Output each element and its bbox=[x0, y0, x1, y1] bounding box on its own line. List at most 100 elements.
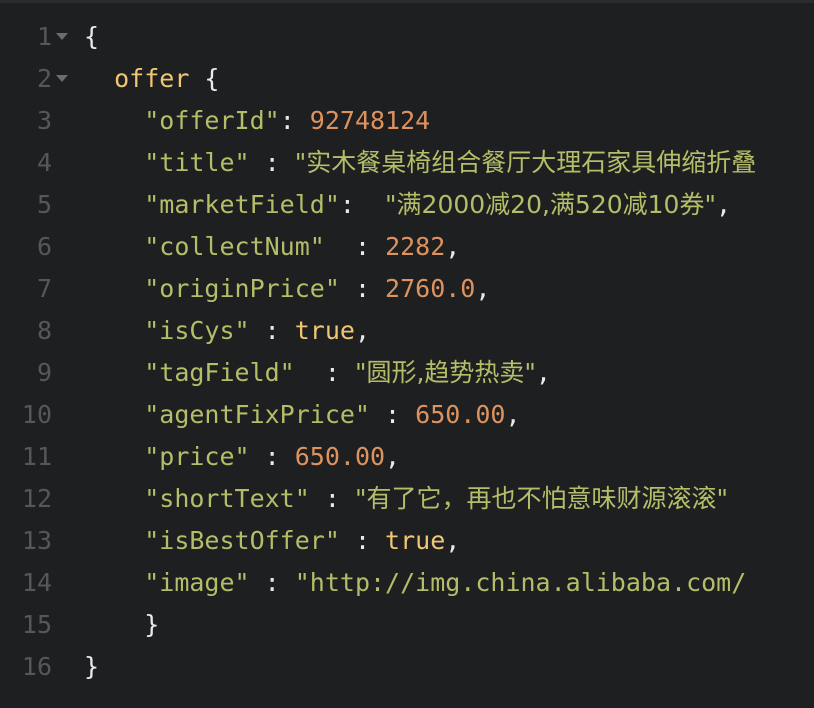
code-line[interactable]: 12 "shortText" : "有了它，再也不怕意味财源滚滚" bbox=[0, 478, 814, 520]
code-line[interactable]: 3 "offerId": 92748124 bbox=[0, 100, 814, 142]
code-token: "isCys" bbox=[144, 316, 250, 345]
code-line[interactable]: 4 "title" : "实木餐桌椅组合餐厅大理石家具伸缩折叠 bbox=[0, 142, 814, 184]
code-token: "http://img.china.alibaba.com/ bbox=[294, 568, 747, 597]
code-line[interactable]: 8 "isCys" : true, bbox=[0, 310, 814, 352]
code-text: "agentFixPrice" : 650.00, bbox=[84, 394, 521, 436]
code-token: "满2000减20,满520减10券" bbox=[385, 190, 716, 219]
code-text: "shortText" : "有了它，再也不怕意味财源滚滚" bbox=[84, 478, 728, 520]
code-token: "isBestOffer" bbox=[144, 526, 340, 555]
code-text: "price" : 650.00, bbox=[84, 436, 400, 478]
code-token: 2282 bbox=[385, 232, 446, 261]
code-token: "marketField" bbox=[144, 190, 340, 219]
code-token: "agentFixPrice" bbox=[144, 400, 370, 429]
code-token: : bbox=[370, 400, 416, 429]
code-token: 650.00 bbox=[415, 400, 506, 429]
code-text: "offerId": 92748124 bbox=[84, 100, 430, 142]
code-token: : bbox=[339, 526, 386, 555]
code-line[interactable]: 16} bbox=[0, 646, 814, 688]
line-number: 4 bbox=[36, 148, 52, 177]
code-token: "实木餐桌椅组合餐厅大理石家具伸缩折叠 bbox=[294, 148, 757, 177]
code-token: offer bbox=[114, 64, 190, 93]
code-text: offer { bbox=[84, 58, 219, 100]
line-number: 12 bbox=[21, 484, 52, 513]
code-text: "originPrice" : 2760.0, bbox=[84, 268, 490, 310]
code-text: } bbox=[84, 604, 159, 646]
code-line[interactable]: 14 "image" : "http://img.china.alibaba.c… bbox=[0, 562, 814, 604]
code-token: : bbox=[249, 148, 295, 177]
code-line[interactable]: 15 } bbox=[0, 604, 814, 646]
code-text: "title" : "实木餐桌椅组合餐厅大理石家具伸缩折叠 bbox=[84, 142, 756, 184]
code-token: , bbox=[535, 358, 551, 387]
code-line[interactable]: 7 "originPrice" : 2760.0, bbox=[0, 268, 814, 310]
code-line[interactable]: 10 "agentFixPrice" : 650.00, bbox=[0, 394, 814, 436]
code-token: "title" bbox=[144, 148, 250, 177]
code-token: "tagField" bbox=[144, 358, 295, 387]
code-text: "isCys" : true, bbox=[84, 310, 370, 352]
code-token: , bbox=[385, 442, 401, 471]
code-token: } bbox=[84, 610, 160, 639]
code-token: : bbox=[339, 274, 386, 303]
code-token: "price" bbox=[144, 442, 250, 471]
code-token: : bbox=[249, 316, 295, 345]
code-line[interactable]: 5 "marketField": "满2000减20,满520减10券", bbox=[0, 184, 814, 226]
code-text: "marketField": "满2000减20,满520减10券", bbox=[84, 184, 731, 226]
code-token: { bbox=[189, 64, 220, 93]
code-token: : bbox=[339, 190, 386, 219]
code-token: "有了它，再也不怕意味财源滚滚" bbox=[354, 484, 728, 513]
line-number: 13 bbox=[21, 526, 52, 555]
code-token: : bbox=[249, 568, 295, 597]
code-text: "isBestOffer" : true, bbox=[84, 520, 460, 562]
code-token: 92748124 bbox=[309, 106, 431, 135]
code-token: , bbox=[715, 190, 732, 219]
code-editor[interactable]: 1{2 offer {3 "offerId": 92748124 4 "title… bbox=[0, 0, 814, 708]
code-line[interactable]: 1{ bbox=[0, 16, 814, 58]
code-token: { bbox=[84, 22, 100, 51]
line-number: 8 bbox=[36, 316, 52, 345]
code-token: , bbox=[445, 526, 461, 555]
code-token: "image" bbox=[144, 568, 250, 597]
code-line[interactable]: 13 "isBestOffer" : true, bbox=[0, 520, 814, 562]
line-number: 3 bbox=[36, 106, 52, 135]
code-line[interactable]: 6 "collectNum" : 2282, bbox=[0, 226, 814, 268]
line-number: 16 bbox=[21, 652, 52, 681]
code-token: "offerId" bbox=[144, 106, 280, 135]
code-token: "originPrice" bbox=[144, 274, 340, 303]
code-line[interactable]: 2 offer { bbox=[0, 58, 814, 100]
code-text: { bbox=[84, 16, 99, 58]
code-text: "image" : "http://img.china.alibaba.com/ bbox=[84, 562, 746, 604]
code-line[interactable]: 11 "price" : 650.00, bbox=[0, 436, 814, 478]
code-token: "shortText" bbox=[144, 484, 310, 513]
line-number: 14 bbox=[21, 568, 52, 597]
fold-arrow-icon[interactable] bbox=[56, 75, 68, 82]
code-token: 650.00 bbox=[294, 442, 386, 471]
code-token: , bbox=[505, 400, 521, 429]
line-number: 2 bbox=[36, 64, 52, 93]
code-token: "collectNum" bbox=[144, 232, 325, 261]
line-number: 6 bbox=[36, 232, 52, 261]
line-number: 10 bbox=[21, 400, 52, 429]
code-token: , bbox=[445, 232, 461, 261]
code-text: } bbox=[84, 646, 99, 688]
fold-arrow-icon[interactable] bbox=[56, 33, 68, 40]
code-token: } bbox=[84, 652, 100, 681]
code-text: "collectNum" : 2282, bbox=[84, 226, 460, 268]
code-token: : bbox=[249, 442, 295, 471]
code-line[interactable]: 9 "tagField" : "圆形,趋势热卖", bbox=[0, 352, 814, 394]
code-token: true bbox=[385, 526, 446, 555]
code-token: 2760.0 bbox=[385, 274, 476, 303]
line-number: 7 bbox=[36, 274, 52, 303]
line-number: 5 bbox=[36, 190, 52, 219]
code-text: "tagField" : "圆形,趋势热卖", bbox=[84, 352, 551, 394]
